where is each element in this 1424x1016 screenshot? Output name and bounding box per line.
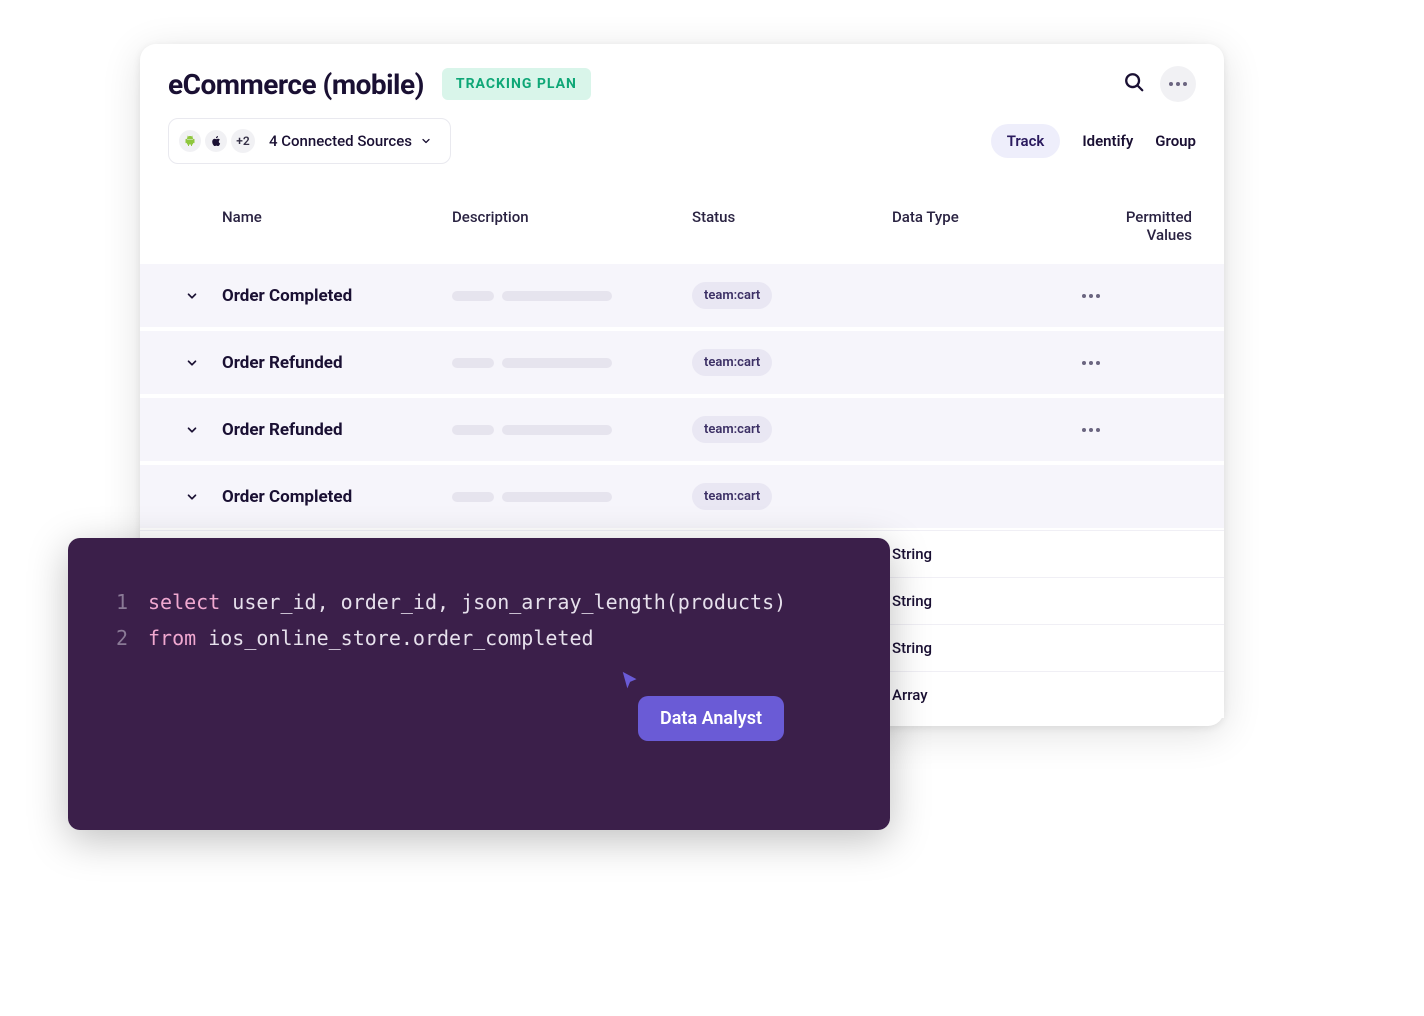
col-status: Status [692, 208, 892, 244]
col-data-type: Data Type [892, 208, 1082, 244]
android-icon [179, 130, 201, 152]
more-icon [1082, 294, 1192, 298]
col-name: Name [222, 208, 452, 244]
more-icon [1082, 361, 1192, 365]
card-header: eCommerce (mobile) TRACKING PLAN [140, 44, 1224, 112]
row-more-button[interactable] [1082, 428, 1202, 432]
sql-text: ios_online_store.order_completed [196, 626, 593, 650]
expand-toggle[interactable] [162, 423, 222, 437]
status-chip: team:cart [692, 483, 772, 510]
tab-group[interactable]: Group [1155, 132, 1196, 150]
platform-icons: +2 [179, 129, 255, 153]
cursor-pointer-icon [620, 670, 642, 696]
description-placeholder [452, 291, 692, 301]
code-line: 2 from ios_online_store.order_completed [108, 620, 850, 656]
data-type-value: String [892, 639, 1082, 657]
more-icon [1082, 428, 1192, 432]
data-type-value: String [892, 592, 1082, 610]
line-number: 1 [108, 584, 148, 620]
expand-toggle[interactable] [162, 289, 222, 303]
description-placeholder [452, 425, 692, 435]
chevron-down-icon [185, 423, 199, 437]
sql-keyword: from [148, 626, 196, 650]
col-permitted-values: Permitted Values [1082, 208, 1202, 244]
toolbar: +2 4 Connected Sources Track Identify Gr… [140, 112, 1224, 186]
status-chip: team:cart [692, 349, 772, 376]
row-name: Order Completed [222, 286, 452, 306]
line-number: 2 [108, 620, 148, 656]
tab-track[interactable]: Track [991, 124, 1061, 158]
chevron-down-icon [185, 490, 199, 504]
sql-keyword: select [148, 590, 220, 614]
description-placeholder [452, 492, 692, 502]
header-more-button[interactable] [1160, 66, 1196, 102]
page-title: eCommerce (mobile) [168, 68, 424, 101]
row-more-button[interactable] [1082, 294, 1202, 298]
user-role-badge: Data Analyst [638, 696, 784, 741]
tab-identify[interactable]: Identify [1082, 132, 1133, 150]
chevron-down-icon [185, 289, 199, 303]
code-line: 1 select user_id, order_id, json_array_l… [108, 584, 850, 620]
row-name: Order Refunded [222, 353, 452, 373]
table-row[interactable]: Order Completed team:cart [140, 463, 1224, 530]
tracking-plan-badge: TRACKING PLAN [442, 68, 591, 100]
sql-text: user_id, order_id, json_array_length(pro… [220, 590, 786, 614]
extra-sources-count: +2 [231, 129, 255, 153]
data-type-value: Array [892, 686, 1082, 704]
data-type-value: String [892, 545, 1082, 563]
expand-toggle[interactable] [162, 490, 222, 504]
row-more-button[interactable] [1082, 361, 1202, 365]
status-chip: team:cart [692, 416, 772, 443]
table-row[interactable]: Order Completed team:cart [140, 262, 1224, 329]
connected-sources-button[interactable]: +2 4 Connected Sources [168, 118, 451, 164]
sql-editor-panel: 1 select user_id, order_id, json_array_l… [68, 538, 890, 830]
chevron-down-icon [185, 356, 199, 370]
chevron-down-icon [420, 135, 432, 147]
status-chip: team:cart [692, 282, 772, 309]
view-tabs: Track Identify Group [991, 124, 1196, 158]
row-name: Order Refunded [222, 420, 452, 440]
row-name: Order Completed [222, 487, 452, 507]
sources-label: 4 Connected Sources [269, 132, 432, 150]
table-header: Name Description Status Data Type Permit… [140, 186, 1224, 262]
description-placeholder [452, 358, 692, 368]
more-icon [1169, 82, 1187, 86]
expand-toggle[interactable] [162, 356, 222, 370]
apple-icon [205, 130, 227, 152]
search-button[interactable] [1116, 66, 1152, 102]
col-description: Description [452, 208, 692, 244]
table-row[interactable]: Order Refunded team:cart [140, 396, 1224, 463]
search-icon [1123, 71, 1145, 97]
table-row[interactable]: Order Refunded team:cart [140, 329, 1224, 396]
